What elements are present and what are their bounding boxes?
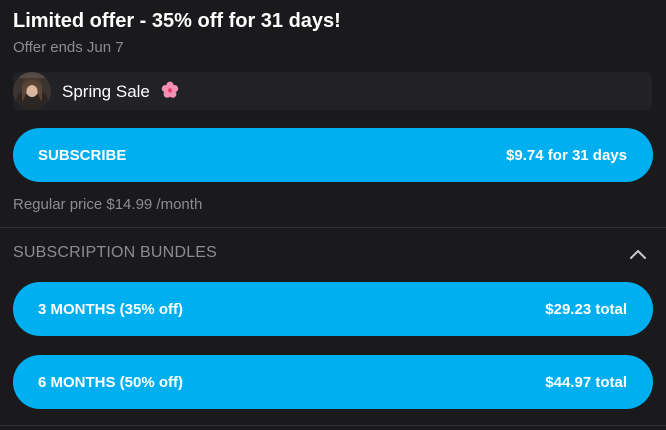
bundle-price: $44.97 total xyxy=(545,373,627,391)
promo-title: Spring Sale xyxy=(62,81,150,101)
bundle-label: 3 MONTHS (35% off) xyxy=(38,300,184,318)
divider xyxy=(0,227,666,228)
chevron-up-icon[interactable] xyxy=(628,246,648,262)
subscribe-button[interactable]: SUBSCRIBE $9.74 for 31 days xyxy=(13,128,653,182)
divider xyxy=(0,425,666,426)
bundles-header: SUBSCRIPTION BUNDLES xyxy=(13,244,218,261)
bundle-label: 6 MONTHS (50% off) xyxy=(38,373,184,391)
promo-label: Spring Sale xyxy=(62,81,179,102)
subscribe-label: SUBSCRIBE xyxy=(38,146,127,164)
bundle-3-months-button[interactable]: 3 MONTHS (35% off) $29.23 total xyxy=(13,282,653,336)
cherry-blossom-icon xyxy=(161,81,179,99)
avatar[interactable] xyxy=(13,72,51,110)
promo-campaign-card: Spring Sale xyxy=(13,72,652,110)
subscribe-price: $9.74 for 31 days xyxy=(506,146,627,164)
bundle-price: $29.23 total xyxy=(545,300,627,318)
offer-end-date: Offer ends Jun 7 xyxy=(13,39,124,56)
bundle-6-months-button[interactable]: 6 MONTHS (50% off) $44.97 total xyxy=(13,355,653,409)
regular-price: Regular price $14.99 /month xyxy=(13,196,203,213)
offer-title: Limited offer - 35% off for 31 days! xyxy=(13,10,341,32)
